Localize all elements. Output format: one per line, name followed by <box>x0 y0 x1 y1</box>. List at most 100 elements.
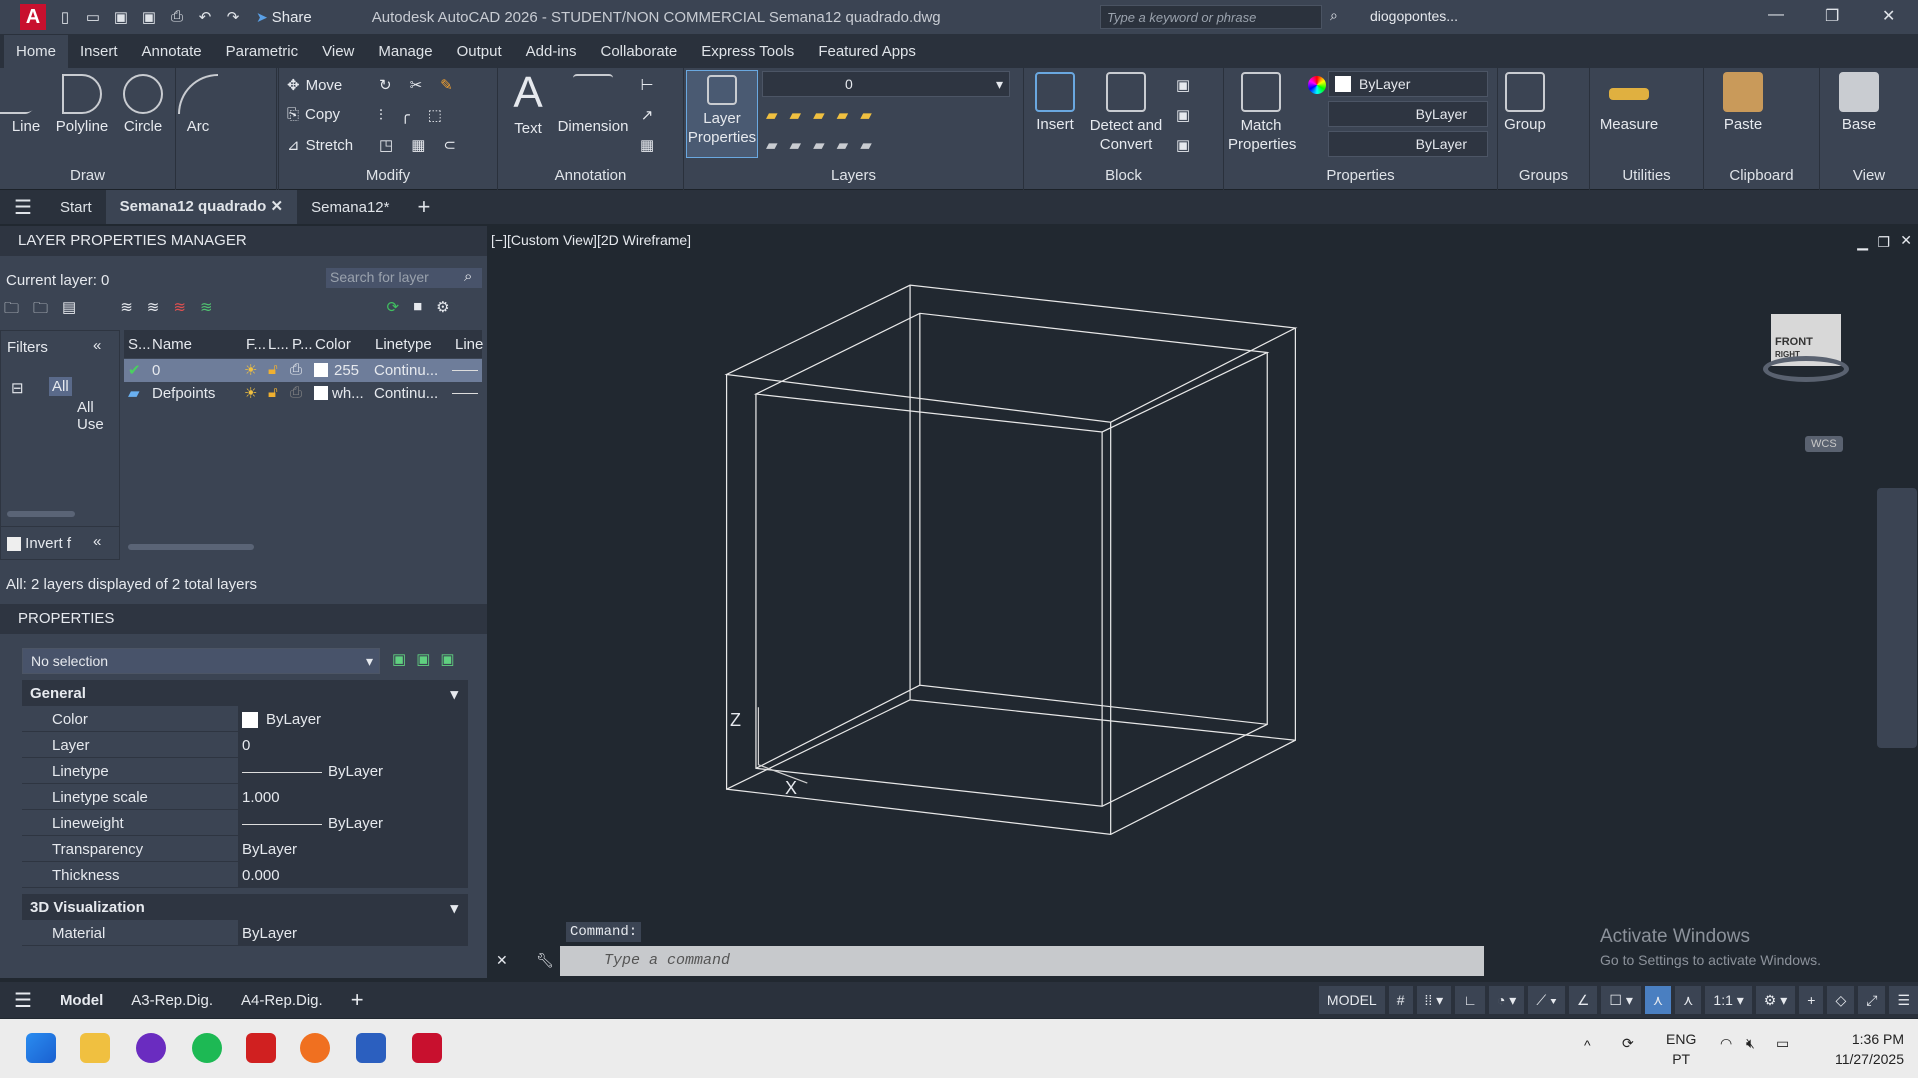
layer-linetype[interactable]: Continu... <box>374 385 438 402</box>
tab-semana12[interactable]: Semana12* <box>297 199 403 216</box>
toggle-pickadd-icon[interactable]: ▣ <box>392 650 406 668</box>
search-input[interactable]: Type a keyword or phrase <box>1100 5 1322 29</box>
layer-tool-icon[interactable]: ▰ <box>790 136 802 154</box>
col-lineweight[interactable]: Line <box>455 336 483 353</box>
property-row[interactable]: Layer 0 <box>22 732 468 758</box>
new-filter-icon[interactable]: 🗀 <box>4 298 19 323</box>
share-icon[interactable]: ➤ <box>256 9 268 26</box>
menu-icon[interactable]: ☰ <box>0 195 46 220</box>
new-vp-frozen-icon[interactable]: ≋ <box>147 298 160 323</box>
tree-collapse-icon[interactable]: ⊟ <box>11 379 24 397</box>
general-section[interactable]: General ▾ <box>22 680 468 706</box>
property-row[interactable]: Linetype ByLayer <box>22 758 468 784</box>
collapse-filters-icon[interactable]: « <box>93 337 101 354</box>
override-icon[interactable]: ■ <box>413 298 422 323</box>
tab-collaborate[interactable]: Collaborate <box>588 35 689 68</box>
customize-command-icon[interactable]: 🔧︎ <box>536 952 554 969</box>
create-block-icon[interactable]: ▣ <box>1176 76 1190 94</box>
property-row[interactable]: Color ByLayer <box>22 706 468 732</box>
set-current-icon[interactable]: ≋ <box>200 298 213 323</box>
lineweight-icon[interactable]: ∠ <box>1568 986 1598 1014</box>
show-hidden-icon[interactable]: ^ <box>1584 1037 1591 1053</box>
tab-model[interactable]: Model <box>46 992 117 1009</box>
groups-panel-title[interactable]: Groups <box>1498 167 1589 184</box>
viewport-restore-icon[interactable]: ❐ <box>1877 234 1890 251</box>
match-properties-button[interactable]: Match Properties <box>1228 72 1296 154</box>
model-space-button[interactable]: MODEL <box>1318 986 1385 1014</box>
detect-convert-button[interactable]: Detect and Convert <box>1084 72 1168 154</box>
grid-icon[interactable]: # <box>1388 986 1413 1014</box>
table-icon[interactable]: ▦ <box>640 136 654 154</box>
leader-icon[interactable]: ↗ <box>641 106 654 124</box>
tab-featured-apps[interactable]: Featured Apps <box>806 35 928 68</box>
tab-a4[interactable]: A4-Rep.Dig. <box>227 992 337 1009</box>
new-layer-icon[interactable]: ≋ <box>120 298 133 323</box>
wifi-icon[interactable]: ◠ <box>1720 1035 1732 1052</box>
line-button[interactable]: Line <box>0 74 63 135</box>
polyline-button[interactable]: Polyline <box>52 74 112 135</box>
tab-express-tools[interactable]: Express Tools <box>689 35 806 68</box>
muted-speaker-icon[interactable]: 🔇︎ <box>1746 1035 1755 1052</box>
no-print-icon[interactable]: ⎙ <box>290 384 302 401</box>
3d-visualization-section[interactable]: 3D Visualization ▾ <box>22 894 468 920</box>
attribute-icon[interactable]: ▣ <box>1176 136 1190 154</box>
fillet-icon[interactable]: ╭ <box>401 106 410 124</box>
user-menu[interactable]: diogopontes... <box>1370 8 1458 24</box>
layer-tool-icon[interactable]: ▰ <box>766 136 778 154</box>
linear-dim-icon[interactable]: ⊢ <box>641 76 654 94</box>
osnap-tracking-icon[interactable]: ⟋ ▾ <box>1528 986 1565 1014</box>
lineweight-line[interactable] <box>452 393 478 394</box>
text-button[interactable]: A Text <box>510 68 546 137</box>
layer-tool-icon[interactable]: ▰ <box>837 136 849 154</box>
tab-home[interactable]: Home <box>4 35 69 68</box>
tab-view[interactable]: View <box>310 35 366 68</box>
collapse-icon[interactable]: « <box>93 533 101 550</box>
select-objects-icon[interactable]: ▣ <box>416 650 430 668</box>
selection-dropdown[interactable]: No selection ▾ <box>22 648 380 674</box>
properties-header[interactable]: PROPERTIES <box>0 604 487 634</box>
clipboard-panel-title[interactable]: Clipboard <box>1704 167 1819 184</box>
isolate-icon[interactable]: ◇ <box>1827 986 1855 1014</box>
delete-layer-icon[interactable]: ≋ <box>173 298 186 323</box>
annotation-scale[interactable]: 1:1 ▾ <box>1705 986 1752 1014</box>
polar-icon[interactable]: ◔ ▾ <box>1488 986 1525 1014</box>
invert-filter[interactable]: Invert f « <box>0 526 120 560</box>
share-button[interactable]: Share <box>272 9 312 26</box>
fullscreen-icon[interactable]: ⤢ <box>1858 986 1886 1014</box>
layer-states-icon[interactable]: ▤ <box>62 298 76 323</box>
undo-icon[interactable]: ↶ <box>196 8 214 26</box>
copy-button[interactable]: ⎘ Copy <box>287 106 340 123</box>
navigation-bar[interactable] <box>1877 488 1917 748</box>
layer-tool-icon[interactable]: ▰ <box>790 106 802 124</box>
close-command-icon[interactable]: ✕ <box>496 952 508 969</box>
close-icon[interactable]: ✕ <box>1882 6 1895 26</box>
search-icon[interactable]: ⌕ <box>1330 7 1338 24</box>
circle-button[interactable]: Circle <box>118 74 168 135</box>
tab-a3[interactable]: A3-Rep.Dig. <box>117 992 227 1009</box>
new-tab-icon[interactable]: + <box>404 194 445 220</box>
new-layout-icon[interactable]: + <box>337 987 378 1013</box>
sync-icon[interactable]: ⟳ <box>1622 1035 1634 1052</box>
array-icon[interactable]: ▦ <box>411 136 425 154</box>
col-freeze[interactable]: F... <box>246 336 266 353</box>
layers-panel-title[interactable]: Layers <box>684 167 1023 184</box>
lineweight-dropdown[interactable]: ByLayer <box>1328 131 1488 157</box>
viewport-controls[interactable]: [−][Custom View][2D Wireframe] <box>491 232 691 248</box>
app-icon[interactable] <box>136 1033 166 1063</box>
insert-button[interactable]: Insert <box>1030 72 1080 133</box>
viewport-minimize-icon[interactable]: ▁ <box>1857 234 1868 251</box>
battery-icon[interactable]: ▭ <box>1776 1035 1789 1052</box>
property-row[interactable]: Linetype scale 1.000 <box>22 784 468 810</box>
object-snap-icon[interactable]: ☐ ▾ <box>1601 986 1641 1014</box>
erase-icon[interactable]: ✎ <box>440 76 453 94</box>
trim-icon[interactable]: ✂ <box>410 76 423 94</box>
redo-icon[interactable]: ↷ <box>224 8 242 26</box>
tab-output[interactable]: Output <box>445 35 514 68</box>
color-dropdown[interactable]: ByLayer <box>1328 71 1488 97</box>
clock[interactable]: 1:36 PM 11/27/2025 <box>1814 1029 1904 1069</box>
unlock-icon[interactable]: 🔓︎ <box>268 384 278 401</box>
invert-checkbox[interactable] <box>7 537 21 552</box>
layout-menu-icon[interactable]: ☰ <box>0 988 46 1013</box>
edit-block-icon[interactable]: ▣ <box>1176 106 1190 124</box>
col-linetype[interactable]: Linetype <box>375 336 432 353</box>
